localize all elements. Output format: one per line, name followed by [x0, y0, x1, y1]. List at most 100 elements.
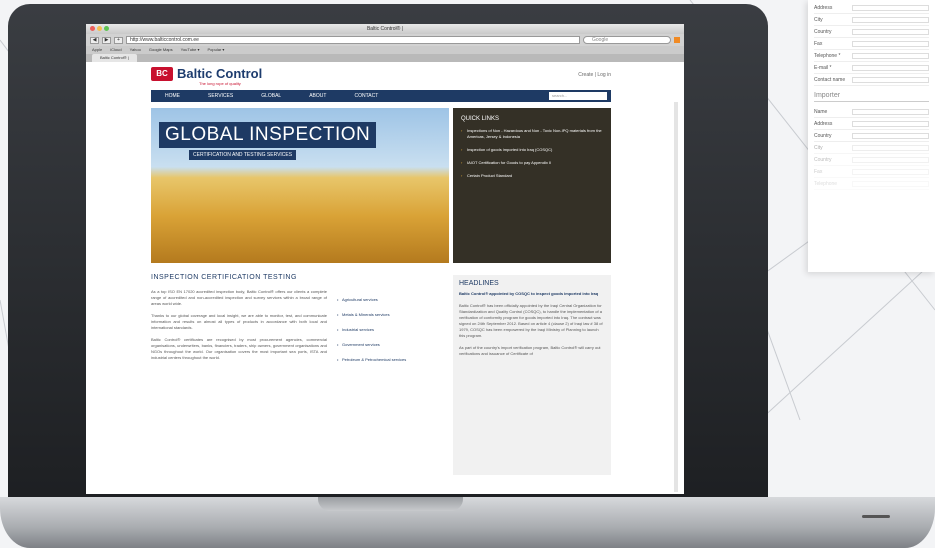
browser-titlebar: Baltic Control® | [86, 24, 684, 34]
form-section-title: Importer [814, 92, 929, 102]
form-field[interactable] [852, 64, 929, 71]
paragraph: Thanks to our global coverage and local … [151, 313, 327, 330]
bookmark-item[interactable]: Yahoo [130, 46, 141, 54]
form-field[interactable] [852, 144, 929, 151]
quick-link[interactable]: Inspection of goods imported into Iraq (… [461, 147, 603, 153]
form-row: Address [814, 118, 929, 130]
laptop-opening-notch [318, 497, 463, 511]
headline-link[interactable]: Baltic Control® appointed by COSQC to in… [459, 291, 605, 297]
form-field[interactable] [852, 180, 929, 187]
address-bar[interactable]: http://www.balticcontrol.com.ee [126, 36, 580, 44]
service-link[interactable]: Petroleum & Petrochemical services [337, 357, 445, 363]
nav-item-home[interactable]: HOME [165, 93, 180, 99]
form-field[interactable] [852, 40, 929, 47]
form-field[interactable] [852, 168, 929, 175]
background-form-panel: Address City Country Fax Telephone * E-m… [808, 0, 935, 272]
tab-bar: Baltic Control® | [86, 54, 684, 62]
form-label: Country [814, 156, 832, 163]
zoom-window-button[interactable] [104, 26, 109, 31]
form-field[interactable] [852, 28, 929, 35]
site-header: BC Baltic Control The long rope of quali… [151, 62, 611, 90]
bookmarks-bar: Apple iCloud Yahoo Google Maps YouTube ▾… [86, 46, 684, 54]
form-row: E-mail * [814, 62, 929, 74]
form-field[interactable] [852, 108, 929, 115]
paragraph: As a top ISO EN 17020 accredited inspect… [151, 289, 327, 306]
form-label: Address [814, 4, 833, 11]
web-page: BC Baltic Control The long rope of quali… [86, 62, 684, 494]
window-controls [90, 26, 109, 31]
nav-item-global[interactable]: GLOBAL [261, 93, 281, 99]
hero-subtitle: CERTIFICATION AND TESTING SERVICES [189, 150, 297, 160]
back-button[interactable]: ◀ [90, 36, 99, 44]
form-label: Country [814, 28, 832, 35]
close-window-button[interactable] [90, 26, 95, 31]
form-row: Fax [814, 38, 929, 50]
minimize-window-button[interactable] [97, 26, 102, 31]
form-row: City [814, 14, 929, 26]
logo-mark[interactable]: BC [151, 67, 173, 81]
quick-link[interactable]: IAIOT Certification for Goods to pay App… [461, 160, 603, 166]
form-field[interactable] [852, 132, 929, 139]
main-nav: HOME SERVICES GLOBAL ABOUT CONTACT searc… [151, 90, 611, 102]
form-field[interactable] [852, 4, 929, 11]
login-links[interactable]: Create | Log in [578, 72, 611, 78]
laptop-screen: Baltic Control® | ◀ ▶ + http://www.balti… [86, 24, 684, 494]
form-field[interactable] [852, 16, 929, 23]
form-row: Country [814, 130, 929, 142]
form-label: E-mail * [814, 64, 832, 71]
bookmark-item[interactable]: YouTube ▾ [181, 46, 200, 54]
form-row: Telephone * [814, 50, 929, 62]
service-link[interactable]: Agricultural services [337, 297, 445, 303]
form-row: City [814, 142, 929, 154]
logo-tagline: The long rope of quality [199, 81, 241, 86]
browser-tab[interactable]: Baltic Control® | [92, 54, 137, 62]
form-row: Address [814, 2, 929, 14]
form-label: Fax [814, 40, 823, 47]
form-label: City [814, 16, 823, 23]
form-field[interactable] [852, 156, 929, 163]
hero-section: GLOBAL INSPECTION CERTIFICATION AND TEST… [151, 108, 611, 263]
form-label: Telephone * [814, 52, 841, 59]
form-label: Fax [814, 168, 823, 175]
form-row: Telephone [814, 178, 929, 190]
page-scrollbar[interactable] [674, 102, 678, 492]
nav-item-about[interactable]: ABOUT [309, 93, 326, 99]
bookmark-item[interactable]: Popular ▾ [208, 46, 225, 54]
hero-title: GLOBAL INSPECTION [159, 122, 377, 148]
form-row: Contact name [814, 74, 929, 86]
nav-item-contact[interactable]: CONTACT [354, 93, 378, 99]
page-container: BC Baltic Control The long rope of quali… [151, 62, 611, 475]
forward-button[interactable]: ▶ [102, 36, 111, 44]
logo-name[interactable]: Baltic Control [177, 66, 262, 81]
service-link[interactable]: Metals & Minerals services [337, 312, 445, 318]
form-row: Country [814, 154, 929, 166]
form-label: Country [814, 132, 832, 139]
bookmark-item[interactable]: Google Maps [149, 46, 173, 54]
laptop-status-light [862, 515, 890, 518]
form-label: Address [814, 120, 833, 127]
form-field[interactable] [852, 120, 929, 127]
nav-item-services[interactable]: SERVICES [208, 93, 233, 99]
form-row: Name [814, 106, 929, 118]
quick-link[interactable]: Certain Product Standard [461, 173, 603, 179]
headlines-title: HEADLINES [459, 280, 499, 287]
paragraph: Baltic Control® certificates are recogni… [151, 337, 327, 360]
headline-body: As part of the country's import verifica… [459, 345, 601, 356]
intro-column: INSPECTION CERTIFICATION TESTING As a to… [151, 274, 327, 367]
quick-links-title: QUICK LINKS [461, 116, 500, 122]
service-link[interactable]: Industrial services [337, 327, 445, 333]
quick-link[interactable]: Inspections of Non - Hazardous and Non -… [461, 128, 603, 140]
site-search-input[interactable]: search... [549, 92, 607, 100]
bookmark-item[interactable]: iCloud [110, 46, 121, 54]
service-link[interactable]: Government services [337, 342, 445, 348]
form-label: Name [814, 108, 828, 115]
rss-icon[interactable] [674, 37, 680, 43]
bookmark-item[interactable]: Apple [92, 46, 102, 54]
form-field[interactable] [852, 76, 929, 83]
form-field[interactable] [852, 52, 929, 59]
headline-body: Baltic Control® has been officially appo… [459, 303, 603, 338]
add-bookmark-button[interactable]: + [114, 36, 123, 44]
browser-search-input[interactable]: Google [583, 36, 671, 44]
form-row: Country [814, 26, 929, 38]
form-label: Contact name [814, 76, 846, 83]
